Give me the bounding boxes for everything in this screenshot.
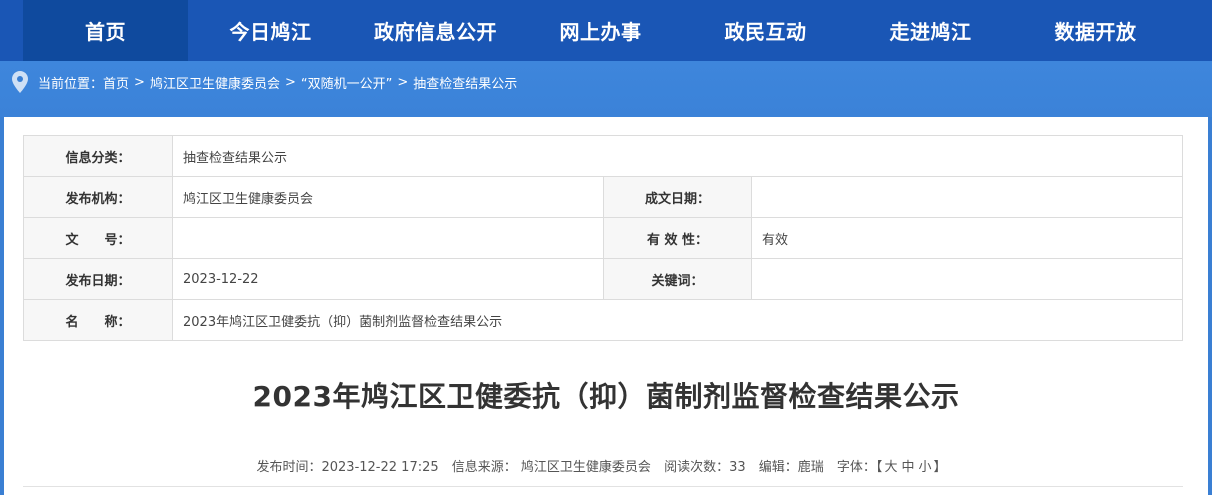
divider — [23, 486, 1183, 487]
breadcrumb: 当前位置： 首页 > 鸠江区卫生健康委员会 > “双随机一公开” > 抽查检查结… — [12, 70, 517, 94]
article-meta: 发布时间：2023-12-22 17:25 信息来源： 鸠江区卫生健康委员会 阅… — [4, 456, 1208, 475]
validity-value: 有效 — [751, 217, 1183, 259]
keywords-value — [751, 258, 1183, 300]
breadcrumb-separator: > — [284, 74, 296, 90]
view-count: 阅读次数：33 — [664, 460, 746, 475]
nav-item-gov-info[interactable]: 政府信息公开 — [353, 0, 518, 61]
table-row: 文 号： 有 效 性： 有效 — [23, 217, 1183, 259]
info-source: 信息来源： 鸠江区卫生健康委员会 — [451, 460, 651, 475]
font-size-medium-button[interactable]: 中 — [901, 460, 914, 475]
keywords-label: 关键词： — [603, 258, 752, 300]
font-bracket-close: 】 — [933, 460, 947, 475]
name-value: 2023年鸠江区卫健委抗（抑）菌制剂监督检查结果公示 — [172, 299, 1183, 341]
publisher-value: 鸠江区卫生健康委员会 — [172, 176, 604, 218]
breadcrumb-inspection-results[interactable]: 抽查检查结果公示 — [413, 73, 517, 92]
nav-item-open-data[interactable]: 数据开放 — [1013, 0, 1178, 61]
written-date-label: 成文日期： — [603, 176, 752, 218]
publisher-label: 发布机构： — [23, 176, 173, 218]
main-nav: 首页 今日鸠江 政府信息公开 网上办事 政民互动 走进鸠江 数据开放 — [0, 0, 1212, 61]
doc-number-label: 文 号： — [23, 217, 173, 259]
name-label: 名 称： — [23, 299, 173, 341]
info-table: 信息分类： 抽查检查结果公示 发布机构： 鸠江区卫生健康委员会 成文日期： 文 … — [23, 135, 1183, 341]
table-row: 发布日期： 2023-12-22 关键词： — [23, 258, 1183, 300]
nav-item-home[interactable]: 首页 — [23, 0, 188, 61]
validity-label: 有 效 性： — [603, 217, 752, 259]
publish-time: 发布时间：2023-12-22 17:25 — [256, 460, 439, 475]
category-value: 抽查检查结果公示 — [172, 135, 1183, 177]
table-row: 信息分类： 抽查检查结果公示 — [23, 135, 1183, 177]
nav-item-today-jiujiang[interactable]: 今日鸠江 — [188, 0, 353, 61]
doc-number-value — [172, 217, 604, 259]
publish-date-value: 2023-12-22 — [172, 258, 604, 300]
category-label: 信息分类： — [23, 135, 173, 177]
breadcrumb-home[interactable]: 首页 — [103, 73, 129, 92]
font-size-label: 字体： — [836, 460, 876, 475]
breadcrumb-separator: > — [397, 74, 409, 90]
nav-item-interaction[interactable]: 政民互动 — [683, 0, 848, 61]
nav-item-about[interactable]: 走进鸠江 — [848, 0, 1013, 61]
table-row: 名 称： 2023年鸠江区卫健委抗（抑）菌制剂监督检查结果公示 — [23, 299, 1183, 341]
location-pin-icon — [12, 71, 28, 93]
font-size-large-button[interactable]: 大 — [884, 460, 897, 475]
publish-date-label: 发布日期： — [23, 258, 173, 300]
font-bracket-open: 【 — [875, 460, 883, 475]
nav-item-online-services[interactable]: 网上办事 — [518, 0, 683, 61]
article-title: 2023年鸠江区卫健委抗（抑）菌制剂监督检查结果公示 — [252, 380, 960, 413]
breadcrumb-health-commission[interactable]: 鸠江区卫生健康委员会 — [150, 73, 280, 92]
editor: 编辑：鹿瑞 — [758, 460, 824, 475]
breadcrumb-double-random[interactable]: “双随机一公开” — [301, 73, 392, 92]
font-size-small-button[interactable]: 小 — [918, 460, 931, 475]
breadcrumb-separator: > — [134, 74, 145, 90]
written-date-value — [751, 176, 1183, 218]
breadcrumb-prefix: 当前位置： — [38, 76, 104, 92]
table-row: 发布机构： 鸠江区卫生健康委员会 成文日期： — [23, 176, 1183, 218]
content-card: 信息分类： 抽查检查结果公示 发布机构： 鸠江区卫生健康委员会 成文日期： 文 … — [4, 117, 1208, 495]
font-size-options: 字体：【大中小】 — [837, 460, 947, 475]
